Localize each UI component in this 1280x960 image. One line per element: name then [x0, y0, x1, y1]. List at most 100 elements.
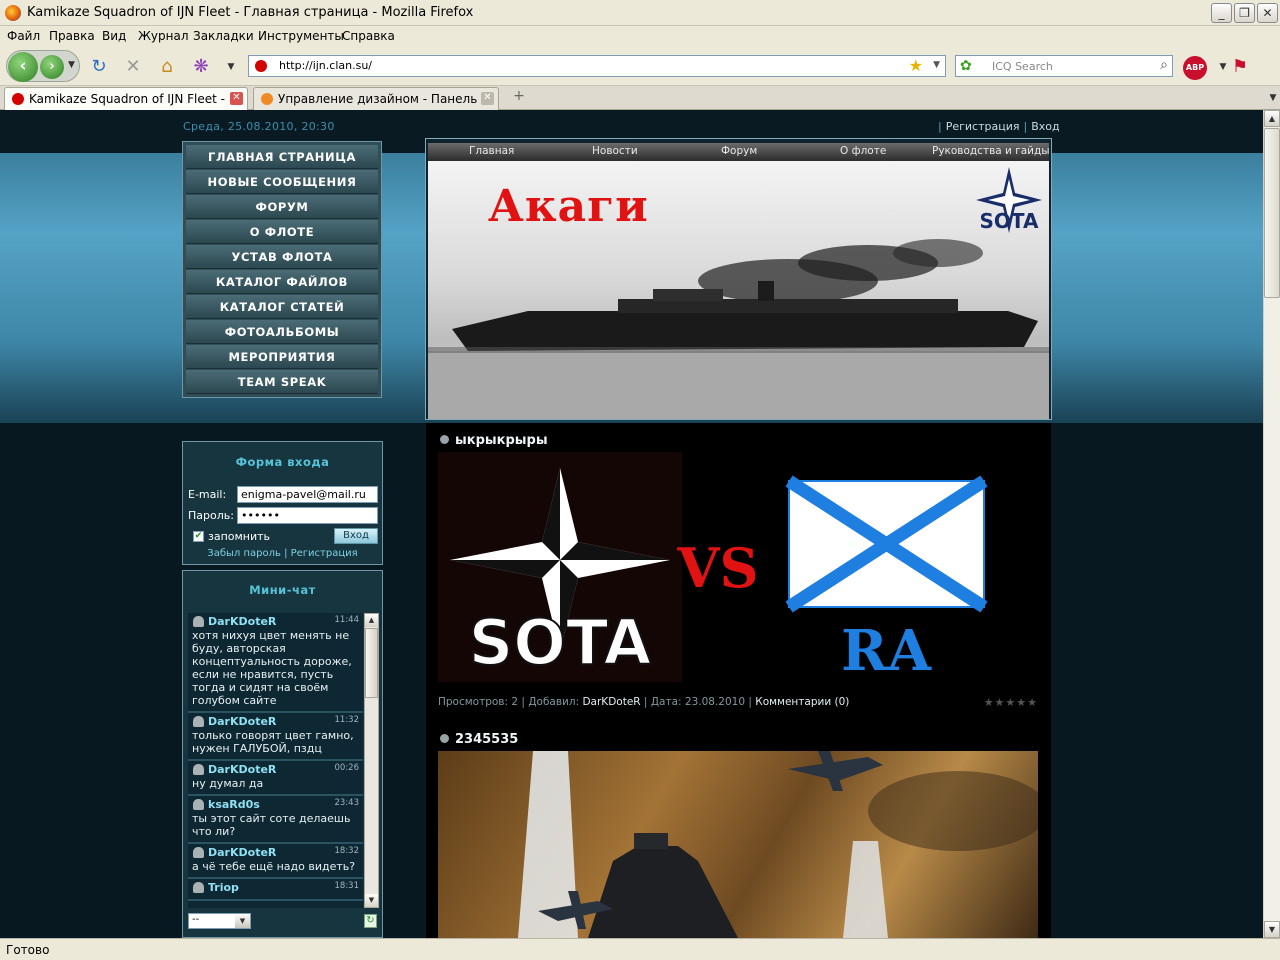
chat-time: 11:32 [334, 715, 360, 725]
comments-link[interactable]: Комментарии (0) [755, 696, 849, 708]
aircraft-carrier-illustration [428, 239, 1049, 419]
chat-scroll-thumb[interactable] [365, 628, 378, 698]
chat-scroll-down-icon[interactable]: ▼ [365, 894, 378, 907]
close-window-button[interactable]: ✕ [1257, 3, 1278, 23]
refresh-icon[interactable]: ↻ [364, 914, 377, 928]
tab-label[interactable]: Управление дизайном - Панель упра... [278, 92, 478, 106]
menu-item-home[interactable]: ГЛАВНАЯ СТРАНИЦА [186, 145, 378, 169]
email-field[interactable]: enigma-pavel@mail.ru [237, 486, 378, 503]
tab-active[interactable]: Kamikaze Squadron of IJN Fleet -... ✕ [4, 87, 248, 110]
rating-stars[interactable]: ★★★★★ [984, 696, 1038, 709]
post-title-text[interactable]: ыкрыкрыры [455, 433, 548, 448]
login-links: Забыл пароль | Регистрация [207, 548, 358, 559]
home-icon[interactable]: ⌂ [156, 56, 178, 78]
extension-dropdown-icon[interactable]: ▼ [220, 56, 242, 78]
top-links: | Регистрация | Вход [938, 120, 1060, 133]
toolbar-flag-icon[interactable]: ⚑ [1229, 56, 1251, 78]
tab-close-icon[interactable]: ✕ [230, 92, 243, 105]
chat-time: 18:31 [334, 881, 360, 891]
forward-button[interactable]: › [40, 55, 64, 79]
post-title-text[interactable]: 2345535 [455, 732, 518, 747]
chat-message-list[interactable]: DarKDoteR 11:44 хотя нихуя цвет менять н… [188, 613, 363, 908]
tab-inactive[interactable]: Управление дизайном - Панель упра... ✕ [253, 87, 499, 110]
chat-time: 23:43 [334, 798, 360, 808]
menu-view[interactable]: Вид [102, 29, 126, 43]
firefox-icon [5, 5, 21, 21]
header-nav-guides[interactable]: Руководства и гайды [932, 145, 1050, 157]
tab-close-icon[interactable]: ✕ [481, 92, 494, 105]
sota-logo-text: SOTA [469, 606, 652, 679]
email-label: E-mail: [188, 488, 227, 501]
chat-scroll-up-icon[interactable]: ▲ [365, 614, 378, 627]
menu-edit[interactable]: Правка [49, 29, 95, 43]
tab-label[interactable]: Kamikaze Squadron of IJN Fleet -... [29, 92, 225, 106]
url-bar[interactable]: http://ijn.clan.su/ ★ ▼ [248, 55, 946, 77]
menu-tools[interactable]: Инструменты [258, 29, 344, 43]
search-bar[interactable]: ✿ ICQ Search ⌕ [955, 55, 1173, 77]
menu-file[interactable]: Файл [7, 29, 40, 43]
url-dropdown-icon[interactable]: ▼ [933, 60, 940, 70]
header-nav-forum[interactable]: Форум [721, 145, 757, 157]
post-title[interactable]: 2345535 [440, 732, 518, 747]
password-field[interactable]: •••••• [237, 507, 378, 524]
date-label: Дата: [650, 696, 682, 708]
header-nav-home[interactable]: Главная [469, 145, 514, 157]
menu-item-file-catalog[interactable]: КАТАЛОГ ФАЙЛОВ [186, 270, 378, 294]
chat-select[interactable]: -- ▼ [188, 913, 251, 929]
mini-chat: Мини-чат DarKDoteR 11:44 хотя нихуя цвет… [182, 570, 383, 938]
stop-icon[interactable]: ✕ [122, 56, 144, 78]
menu-history[interactable]: Журнал [138, 29, 189, 43]
scroll-down-icon[interactable]: ▼ [1264, 921, 1280, 938]
page-scrollbar[interactable]: ▲ ▼ [1263, 110, 1280, 938]
chat-select-value[interactable]: -- [192, 914, 199, 925]
url-text[interactable]: http://ijn.clan.su/ [279, 59, 372, 72]
menu-item-new-messages[interactable]: НОВЫЕ СООБЩЕНИЯ [186, 170, 378, 194]
menu-bar: Файл Правка Вид Журнал Закладки Инструме… [0, 26, 1280, 46]
menu-item-about-fleet[interactable]: О ФЛОТЕ [186, 220, 378, 244]
post-image-naval-battle [438, 751, 1038, 938]
chat-scrollbar[interactable]: ▲ ▼ [364, 613, 379, 908]
scroll-thumb[interactable] [1264, 128, 1280, 298]
post-meta: Просмотров: 2 | Добавил: DarKDoteR | Дат… [438, 696, 1038, 709]
icq-flower-icon[interactable]: ✿ [960, 58, 972, 74]
remember-checkbox[interactable]: ✔ [193, 531, 204, 542]
menu-item-fleet-charter[interactable]: УСТАВ ФЛОТА [186, 245, 378, 269]
maximize-button[interactable]: ❐ [1234, 3, 1255, 23]
menu-bookmarks[interactable]: Закладки [193, 29, 254, 43]
chat-time: 11:44 [334, 615, 360, 625]
search-placeholder[interactable]: ICQ Search [992, 60, 1053, 73]
adblock-button[interactable]: ABP [1183, 56, 1207, 80]
bookmark-star-icon[interactable]: ★ [909, 56, 923, 75]
chat-message: DarKDoteR 11:32 только говорят цвет гамн… [188, 713, 363, 761]
extension-icon[interactable]: ❋ [190, 56, 212, 78]
views-count: 2 [511, 696, 519, 708]
header-image: Акаги SOTA [428, 161, 1049, 419]
menu-item-events[interactable]: МЕРОПРИЯТИЯ [186, 345, 378, 369]
menu-item-forum[interactable]: ФОРУМ [186, 195, 378, 219]
tab-list-dropdown-icon[interactable]: ▼ [1262, 87, 1280, 109]
menu-help[interactable]: Справка [342, 29, 395, 43]
scroll-up-icon[interactable]: ▲ [1264, 110, 1280, 127]
login-link[interactable]: Вход [1031, 120, 1059, 133]
login-submit-button[interactable]: Вход [334, 528, 378, 544]
register-form-link[interactable]: Регистрация [291, 548, 358, 559]
header-nav-about[interactable]: О флоте [840, 145, 886, 157]
register-link[interactable]: Регистрация [946, 120, 1020, 133]
author-link[interactable]: DarKDoteR [582, 696, 640, 708]
login-form: Форма входа E-mail: enigma-pavel@mail.ru… [182, 441, 383, 565]
back-button[interactable]: ‹ [8, 52, 38, 82]
forgot-password-link[interactable]: Забыл пароль [207, 548, 281, 559]
post-title[interactable]: ыкрыкрыры [440, 433, 548, 448]
reload-icon[interactable]: ↻ [88, 56, 110, 78]
menu-item-article-catalog[interactable]: КАТАЛОГ СТАТЕЙ [186, 295, 378, 319]
window-titlebar: Kamikaze Squadron of IJN Fleet - Главная… [0, 0, 1280, 26]
menu-item-team-speak[interactable]: TEAM SPEAK [186, 370, 378, 394]
history-dropdown-icon[interactable]: ▼ [68, 60, 75, 70]
header-nav-news[interactable]: Новости [592, 145, 638, 157]
search-icon[interactable]: ⌕ [1160, 57, 1168, 73]
chat-message: ksaRd0s 23:43 ты этот сайт соте делаешь … [188, 796, 363, 844]
menu-item-photo-albums[interactable]: ФОТОАЛЬБОМЫ [186, 320, 378, 344]
new-tab-button[interactable]: + [508, 88, 530, 108]
chevron-down-icon[interactable]: ▼ [235, 914, 250, 928]
minimize-button[interactable]: _ [1211, 3, 1232, 23]
